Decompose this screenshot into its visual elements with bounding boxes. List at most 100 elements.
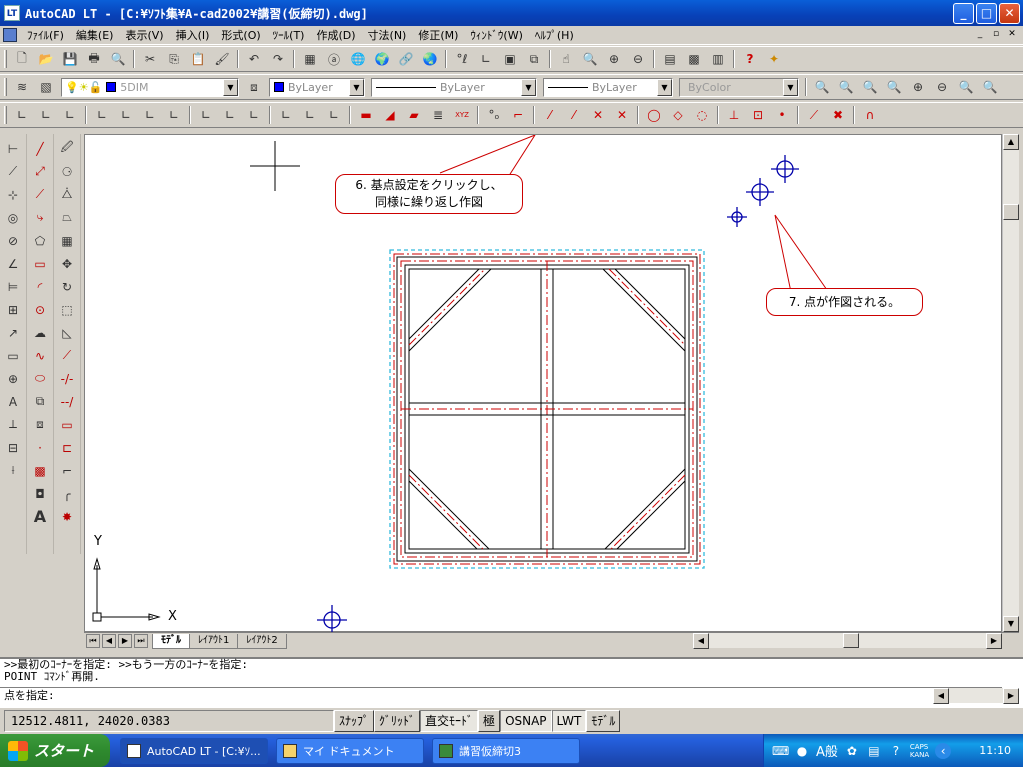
match-properties-icon[interactable]: 🖌 — [212, 49, 232, 69]
tab-model[interactable]: ﾓﾃﾞﾙ — [152, 633, 190, 649]
dim-baseline-icon[interactable]: ⊨ — [2, 276, 24, 297]
today-icon[interactable]: ✦ — [764, 49, 784, 69]
dim-angular-icon[interactable]: ∠ — [2, 253, 24, 274]
polyline-icon[interactable]: ⟋ — [29, 184, 51, 205]
lineweight-select[interactable]: ByLayer ▼ — [543, 77, 673, 97]
snap-tangent-icon[interactable]: ◌ — [692, 105, 712, 125]
hatch-icon[interactable]: ▩ — [29, 460, 51, 481]
menu-window[interactable]: ｳｨﾝﾄﾞｳ(W) — [464, 27, 528, 43]
arc-icon[interactable]: ◜ — [29, 276, 51, 297]
revision-cloud-icon[interactable]: ☁ — [29, 322, 51, 343]
close-button[interactable]: ✕ — [999, 3, 1020, 24]
command-input[interactable]: 点を指定: — [0, 687, 1002, 704]
menu-view[interactable]: 表示(V) — [119, 27, 169, 43]
menu-edit[interactable]: 編集(E) — [70, 27, 120, 43]
tool-palette-icon[interactable]: ▩ — [684, 49, 704, 69]
menu-help[interactable]: ﾍﾙﾌﾟ(H) — [529, 27, 580, 43]
toolbar-grip[interactable] — [4, 106, 7, 124]
dim-edit-icon[interactable]: A — [2, 391, 24, 412]
copy-object-icon[interactable]: ⚆ — [56, 161, 78, 182]
prev-tab-button[interactable]: ◀ — [102, 634, 116, 648]
line-icon[interactable]: ╱ — [29, 138, 51, 159]
pan-icon[interactable]: ☝ — [556, 49, 576, 69]
chevron-down-icon[interactable]: ▼ — [223, 78, 238, 96]
break-at-point-icon[interactable]: ⊏ — [56, 437, 78, 458]
rotate-icon[interactable]: ↻ — [56, 276, 78, 297]
open-icon[interactable]: 📂 — [36, 49, 56, 69]
snap-perpendicular-icon[interactable]: ⊥ — [724, 105, 744, 125]
ucs-world-icon[interactable]: ∟ — [12, 105, 32, 125]
menu-tools[interactable]: ﾂｰﾙ(T) — [267, 27, 311, 43]
spline-icon[interactable]: ∿ — [29, 345, 51, 366]
snap-intersection-icon[interactable]: ✕ — [588, 105, 608, 125]
scroll-right-button[interactable]: ▶ — [1003, 688, 1019, 704]
polygon-arrow-icon[interactable]: ⤷ — [29, 207, 51, 228]
dim-style-icon[interactable]: ⟊ — [2, 460, 24, 481]
snap-nearest-icon[interactable]: ⟋ — [804, 105, 824, 125]
start-button[interactable]: スタート — [0, 734, 110, 767]
horizontal-scroll-thumb[interactable] — [843, 633, 859, 648]
snap-toggle[interactable]: ｽﾅｯﾌﾟ — [334, 710, 375, 732]
explode-icon[interactable]: ✸ — [56, 506, 78, 527]
snap-midpoint-icon[interactable]: ⁄ — [564, 105, 584, 125]
maximize-button[interactable]: □ — [976, 3, 997, 24]
dim-radius-icon[interactable]: ◎ — [2, 207, 24, 228]
next-tab-button[interactable]: ▶ — [118, 634, 132, 648]
ucs-3point-icon[interactable]: ∟ — [60, 105, 80, 125]
doc-close-button[interactable]: ✕ — [1005, 28, 1019, 41]
circle-icon[interactable]: ⊙ — [29, 299, 51, 320]
zoom-scale-icon[interactable]: 🔍 — [860, 77, 880, 97]
zoom-dynamic-icon[interactable]: 🔍 — [836, 77, 856, 97]
menu-file[interactable]: ﾌｧｲﾙ(F) — [21, 27, 70, 43]
zoom-previous-icon[interactable]: ⊖ — [628, 49, 648, 69]
ucs-origin-icon[interactable]: ∟ — [36, 105, 56, 125]
multiline-text-icon[interactable]: A — [29, 506, 51, 527]
coordinate-display[interactable]: 12512.4811, 24020.0383 — [4, 710, 334, 732]
scroll-left-button[interactable]: ◀ — [933, 688, 949, 704]
dim-update-icon[interactable]: ⊟ — [2, 437, 24, 458]
model-toggle[interactable]: ﾓﾃﾞﾙ — [586, 710, 621, 732]
extend-icon[interactable]: --/ — [56, 391, 78, 412]
last-tab-button[interactable]: ⏭ — [134, 634, 148, 648]
trim-icon[interactable]: -/- — [56, 368, 78, 389]
mirror-icon[interactable]: ⧊ — [56, 184, 78, 205]
scroll-down-button[interactable]: ▼ — [1003, 616, 1019, 632]
chevron-down-icon[interactable]: ▼ — [657, 78, 672, 96]
region-icon[interactable]: ◘ — [29, 483, 51, 504]
zoom-extents-icon[interactable]: 🔍 — [980, 77, 1000, 97]
undo-icon[interactable]: ↶ — [244, 49, 264, 69]
zoom-window-icon[interactable]: 🔍 — [812, 77, 832, 97]
ucs-previous-icon[interactable]: ∟ — [300, 105, 320, 125]
dim-ordinate-icon[interactable]: ⊹ — [2, 184, 24, 205]
stretch-icon[interactable]: ◺ — [56, 322, 78, 343]
preview-icon[interactable]: 🔍 — [108, 49, 128, 69]
chevron-left-icon[interactable]: ‹ — [935, 742, 952, 759]
new-icon[interactable]: 🗋 — [12, 49, 32, 69]
tracking-icon[interactable]: °ₒ — [484, 105, 504, 125]
aerial-view-icon[interactable]: ⧉ — [524, 49, 544, 69]
layer-manager-icon[interactable]: ≋ — [12, 77, 32, 97]
snap-endpoint-icon[interactable]: ⁄ — [540, 105, 560, 125]
zoom-window-icon[interactable]: ⊕ — [604, 49, 624, 69]
snap-quadrant-icon[interactable]: ◇ — [668, 105, 688, 125]
save-icon[interactable]: 💾 — [60, 49, 80, 69]
center-mark-icon[interactable]: ⊕ — [2, 368, 24, 389]
drawing-canvas[interactable]: Y X 6. 基点設定をクリックし、 同様に繰り返し作図 7. 点が作図される。 — [84, 134, 1002, 633]
tolerance-icon[interactable]: ▭ — [2, 345, 24, 366]
redo-icon[interactable]: ↷ — [268, 49, 288, 69]
vertical-scroll-thumb[interactable] — [1003, 204, 1019, 220]
lengthen-icon[interactable]: ⟋ — [56, 345, 78, 366]
ime-mode[interactable]: A般 — [816, 741, 838, 760]
command-hscrollbar[interactable]: ◀ ▶ — [933, 688, 1019, 704]
from-icon[interactable]: ⌐ — [508, 105, 528, 125]
copy-icon[interactable]: ⎘ — [164, 49, 184, 69]
zoom-realtime-icon[interactable]: 🔍 — [580, 49, 600, 69]
ucs-view-icon[interactable]: ∟ — [140, 105, 160, 125]
xyz-filter-icon[interactable]: XYZ — [452, 105, 472, 125]
leader-icon[interactable]: ↗ — [2, 322, 24, 343]
design-center-icon[interactable]: ▦ — [300, 49, 320, 69]
scale-icon[interactable]: ⬚ — [56, 299, 78, 320]
ucs-face-icon[interactable]: ∟ — [116, 105, 136, 125]
first-tab-button[interactable]: ⏮ — [86, 634, 100, 648]
layer-state-icon[interactable]: ▧ — [36, 77, 56, 97]
